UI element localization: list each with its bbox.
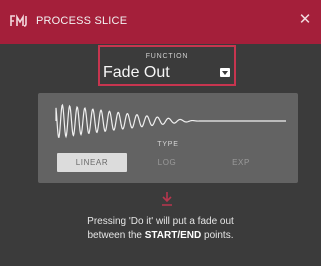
start-end-emphasis: START/END <box>144 230 202 241</box>
type-linear-button[interactable]: LINEAR <box>57 153 127 172</box>
download-arrow-icon <box>162 192 172 206</box>
function-label: FUNCTION <box>145 53 189 60</box>
info-line-1: Pressing 'Do it' will put a fade out <box>87 216 234 227</box>
function-selector[interactable]: FUNCTION Fade Out <box>98 45 236 86</box>
info-text: Pressing 'Do it' will put a fade out bet… <box>0 215 321 243</box>
type-log-button[interactable]: LOG <box>132 153 202 172</box>
chevron-down-icon[interactable] <box>220 68 230 77</box>
function-value: Fade Out <box>103 64 170 81</box>
title-bar: PROCESS SLICE ✕ <box>0 0 321 44</box>
info-line-2: between the START/END points. <box>87 230 234 241</box>
type-panel: TYPE LINEAR LOG EXP <box>38 93 298 183</box>
process-slice-dialog: PROCESS SLICE ✕ FUNCTION Fade Out TYPE L… <box>0 0 321 266</box>
type-exp-button[interactable]: EXP <box>206 153 276 172</box>
close-icon[interactable]: ✕ <box>297 12 313 28</box>
type-label: TYPE <box>157 141 179 148</box>
window-title: PROCESS SLICE <box>36 15 128 27</box>
akai-logo-icon <box>10 14 27 27</box>
